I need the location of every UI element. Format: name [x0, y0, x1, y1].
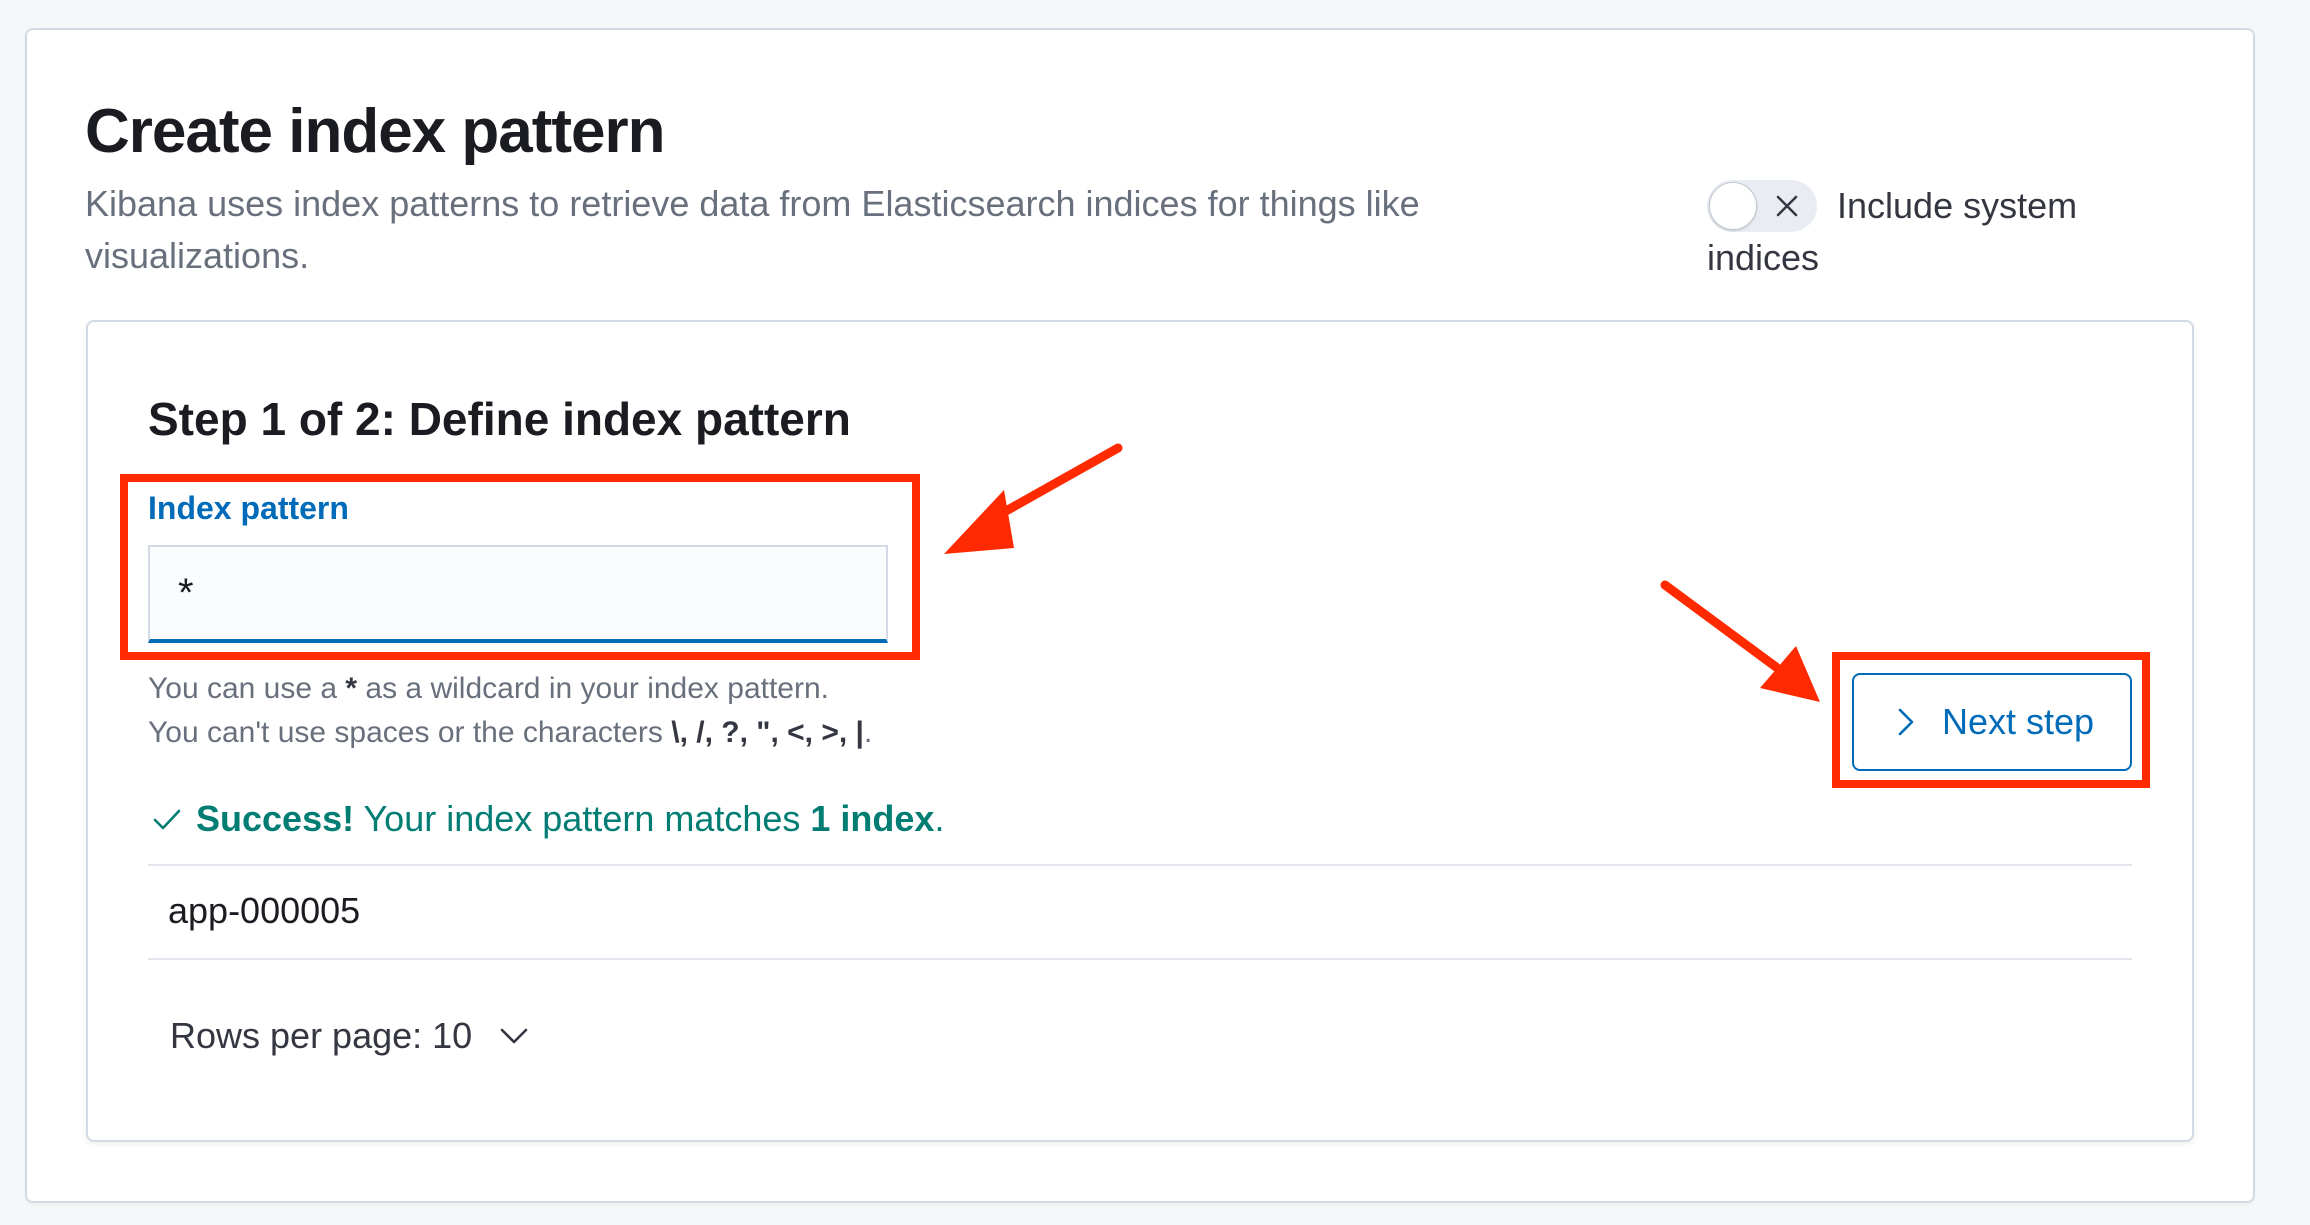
chevron-right-icon — [1898, 708, 1914, 736]
rows-per-page-label: Rows per page: 10 — [170, 1015, 473, 1056]
table-divider-bottom — [148, 958, 2132, 960]
table-row-index-name: app-000005 — [168, 890, 361, 931]
match-success-message: Success! Your index pattern matches 1 in… — [150, 798, 944, 840]
toggle-knob — [1709, 182, 1757, 230]
include-system-indices-toggle[interactable] — [1707, 180, 1817, 232]
check-icon — [153, 809, 181, 830]
page-title: Create index pattern — [85, 97, 666, 166]
index-pattern-label: Index pattern — [148, 490, 349, 526]
help-line-1-text: You can use a — [148, 672, 346, 705]
match-count: 1 index — [810, 798, 935, 839]
rows-per-page-selector[interactable]: Rows per page: 10 — [170, 1015, 530, 1057]
success-end: . — [934, 798, 945, 839]
success-label: Success! — [196, 798, 355, 839]
table-divider-top — [148, 864, 2132, 866]
help-line-2-rest: . — [863, 716, 873, 749]
help-line-2: You can't use spaces or the characters \… — [148, 711, 1048, 755]
index-pattern-help: You can use a * as a wildcard in your in… — [148, 667, 1048, 755]
next-step-button[interactable]: Next step — [1852, 673, 2132, 771]
help-line-2-text: You can't use spaces or the characters — [148, 716, 672, 749]
step-title: Step 1 of 2: Define index pattern — [148, 393, 851, 445]
next-step-label: Next step — [1941, 701, 2095, 742]
close-icon — [1776, 195, 1798, 217]
wildcard-char: * — [345, 672, 358, 705]
help-line-1-rest: as a wildcard in your index pattern. — [357, 672, 829, 705]
page-description: Kibana uses index patterns to retrieve d… — [85, 183, 1420, 276]
forbidden-chars: \, /, ?, ", <, >, | — [671, 716, 864, 749]
chevron-down-icon — [500, 1028, 528, 1044]
index-pattern-input[interactable] — [148, 545, 888, 643]
success-text: Your index pattern matches — [354, 798, 811, 839]
help-line-1: You can use a * as a wildcard in your in… — [148, 667, 1048, 711]
